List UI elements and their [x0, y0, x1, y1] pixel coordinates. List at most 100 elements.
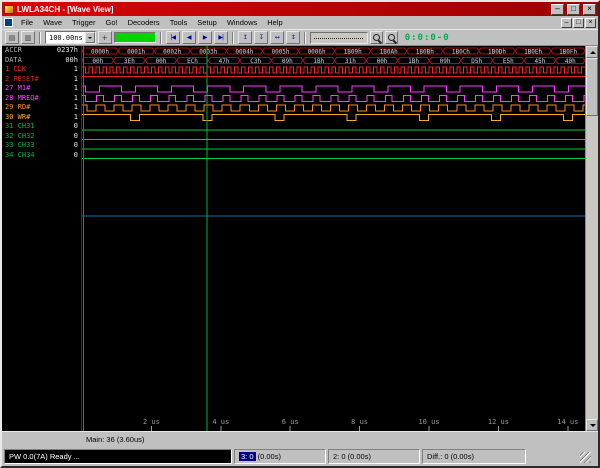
channel-value: 1 [74, 103, 78, 113]
svg-text:E5h: E5h [503, 58, 514, 65]
svg-text:00h: 00h [377, 58, 388, 65]
scroll-up-icon[interactable] [586, 46, 598, 58]
channel-value: 0 [74, 141, 78, 151]
svg-text:1Bh: 1Bh [313, 58, 324, 65]
menu-tools[interactable]: Tools [165, 18, 193, 27]
svg-text:ECh: ECh [187, 58, 198, 65]
trace-30-wr- [82, 115, 585, 121]
channel-row-29-rd-[interactable]: 29 RD# 1 [2, 103, 81, 113]
chevron-down-icon[interactable] [85, 32, 95, 43]
mdi-restore-button[interactable]: □ [573, 18, 584, 28]
channel-value: 00h [65, 56, 78, 66]
channel-label: 33 CH33 [5, 141, 35, 151]
channel-row-32-ch32[interactable]: 32 CH320 [2, 132, 81, 142]
axis-label: 14 us [557, 418, 578, 426]
menu-trigger[interactable]: Trigger [67, 18, 100, 27]
channel-row-28-mreq-[interactable]: 28 MREQ#1 [2, 94, 81, 104]
wave-view: ACCR0237hDATA00h1 CLK12 RESET#127 M1#128… [2, 46, 598, 431]
svg-text:0005h: 0005h [271, 49, 289, 56]
window-title: LWLA34CH - [Wave View] [17, 5, 548, 14]
status-diff: Diff.: 0 (0.00s) [422, 449, 526, 464]
expand-vertical-icon[interactable]: ↕ [286, 31, 300, 44]
vertical-scrollbar[interactable] [585, 46, 598, 431]
time-counter: 0:0:0-0 [405, 33, 450, 43]
svg-text:1B0Fh: 1B0Fh [559, 49, 577, 56]
svg-text:0003h: 0003h [199, 49, 217, 56]
channel-label: 1 CLK [5, 65, 26, 75]
channel-value: 0 [74, 122, 78, 132]
channel-row-accr[interactable]: ACCR0237h [2, 46, 81, 56]
channel-row-data[interactable]: DATA 00h [2, 56, 81, 66]
waveform-area[interactable]: 0000h0001h0002h0003h0004h0005h0006h1B09h… [82, 46, 585, 431]
timebase-select[interactable]: 100.00ns [45, 31, 96, 44]
step-back-icon[interactable]: ◀ [182, 31, 196, 44]
channel-label: 34 CH34 [5, 151, 35, 161]
toolbar-separator [39, 32, 41, 44]
svg-text:00h: 00h [155, 58, 166, 65]
channel-label: 30 WR# [5, 113, 30, 123]
open-icon[interactable]: ▤ [5, 31, 19, 44]
menu-decoders[interactable]: Decoders [123, 18, 165, 27]
step-forward-icon[interactable]: ▶ [198, 31, 212, 44]
menu-setup[interactable]: Setup [192, 18, 222, 27]
channel-label: 2 RESET# [5, 75, 39, 85]
status-bar: PW 0.0(7A) Ready ... 3: 0 (0.00s) 2: 0 (… [2, 446, 598, 466]
trace-27-m1- [82, 86, 585, 92]
svg-text:0004h: 0004h [235, 49, 253, 56]
channel-row-30-wr-[interactable]: 30 WR#1 [2, 113, 81, 123]
svg-text:09h: 09h [282, 58, 293, 65]
menu-wave[interactable]: Wave [38, 18, 67, 27]
menu-items: FileWaveTriggerGo!DecodersToolsSetupWind… [16, 18, 288, 27]
svg-text:09h: 09h [440, 58, 451, 65]
channel-row-1-clk[interactable]: 1 CLK1 [2, 65, 81, 75]
zoom-range-control[interactable] [310, 32, 368, 44]
channel-label: 27 M1# [5, 84, 30, 94]
expand-horizontal-icon[interactable]: ↔ [270, 31, 284, 44]
svg-text:40h: 40h [565, 58, 576, 65]
zoom-out-icon[interactable] [370, 31, 383, 44]
timebase-value: 100.00ns [49, 34, 83, 42]
mdi-minimize-button[interactable]: – [561, 18, 572, 28]
channel-value: 1 [74, 94, 78, 104]
scrollbar-track[interactable] [586, 58, 598, 419]
channel-row-33-ch33[interactable]: 33 CH33 0 [2, 141, 81, 151]
scroll-down-icon[interactable] [586, 419, 598, 431]
trace-28-mreq- [82, 96, 585, 102]
resize-grip[interactable] [580, 452, 591, 463]
menu-go[interactable]: Go! [100, 18, 122, 27]
channel-label: 29 RD# [5, 103, 30, 113]
add-icon[interactable]: + [98, 31, 112, 44]
channel-label: 31 CH31 [5, 122, 35, 132]
close-button[interactable]: × [583, 4, 596, 15]
channel-label: DATA [5, 56, 22, 66]
wave-footer: Main: 36 (3.60us) [2, 431, 598, 446]
toolbar-separator [232, 32, 234, 44]
menu-help[interactable]: Help [262, 18, 287, 27]
minimize-button[interactable]: – [551, 4, 564, 15]
status-cursor3-time: (0.00s) [258, 452, 281, 461]
zoom-in-icon[interactable] [385, 31, 398, 44]
status-cursor3-selected: 3: 0 [239, 452, 256, 461]
edge-up-icon[interactable]: ↥ [238, 31, 252, 44]
channel-row-34-ch34[interactable]: 34 CH34 0 [2, 151, 81, 161]
scrollbar-thumb[interactable] [586, 58, 598, 116]
axis-label: 8 us [351, 418, 368, 426]
goto-start-icon[interactable]: |◀ [166, 31, 180, 44]
edge-down-icon[interactable]: ↧ [254, 31, 268, 44]
maximize-button[interactable]: □ [567, 4, 580, 15]
axis-label: 4 us [212, 418, 229, 426]
menu-bar: FileWaveTriggerGo!DecodersToolsSetupWind… [2, 16, 598, 29]
channel-row-31-ch31[interactable]: 31 CH31 0 [2, 122, 81, 132]
mdi-close-button[interactable]: × [585, 18, 596, 28]
channel-row-2-reset-[interactable]: 2 RESET#1 [2, 75, 81, 85]
save-icon[interactable]: ▥ [21, 31, 35, 44]
goto-end-icon[interactable]: ▶| [214, 31, 228, 44]
menu-file[interactable]: File [16, 18, 38, 27]
waveform-canvas[interactable]: 0000h0001h0002h0003h0004h0005h0006h1B09h… [82, 46, 585, 431]
mdi-window-buttons: – □ × [561, 18, 596, 28]
menu-windows[interactable]: Windows [222, 18, 262, 27]
channel-row-27-m1-[interactable]: 27 M1#1 [2, 84, 81, 94]
svg-text:0001h: 0001h [127, 49, 145, 56]
channel-value: 0 [74, 151, 78, 161]
svg-text:C3h: C3h [250, 58, 261, 65]
